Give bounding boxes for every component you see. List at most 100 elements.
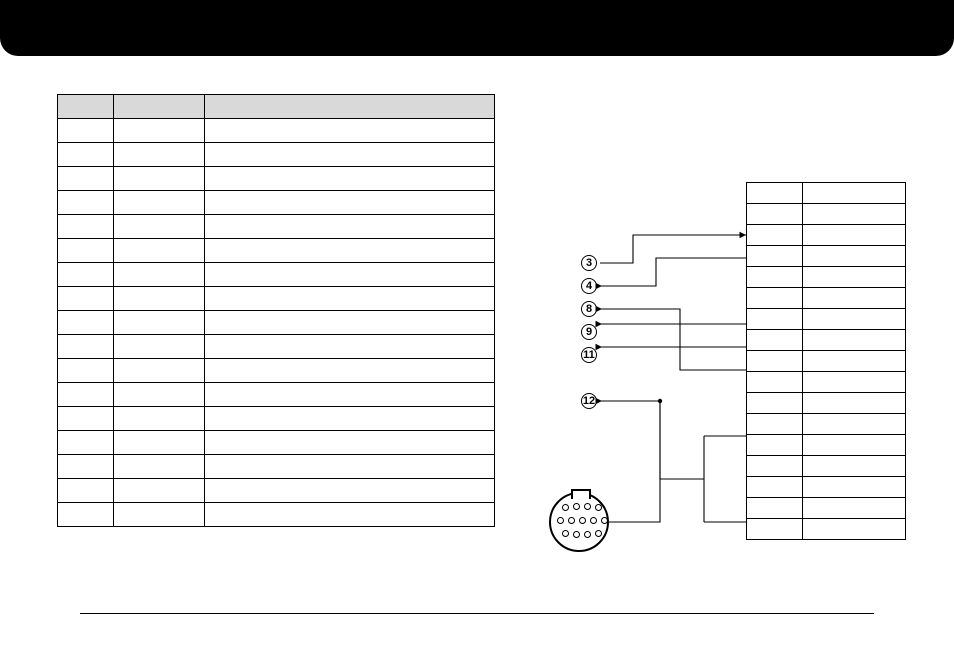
diagram-label-3: 3 xyxy=(581,255,597,271)
table-row xyxy=(58,479,495,503)
signal-table-container xyxy=(746,182,906,540)
table-cell xyxy=(747,267,803,288)
table-row xyxy=(747,477,906,498)
table-cell xyxy=(58,335,114,359)
table-cell xyxy=(58,143,114,167)
table-cell xyxy=(114,359,205,383)
table-cell xyxy=(58,119,114,143)
table-row xyxy=(58,287,495,311)
table-row xyxy=(58,263,495,287)
table-row xyxy=(58,143,495,167)
table-cell xyxy=(803,330,906,351)
table-cell xyxy=(747,351,803,372)
table-cell xyxy=(747,309,803,330)
table-cell xyxy=(205,143,495,167)
table-cell xyxy=(205,119,495,143)
table-cell xyxy=(803,288,906,309)
table-cell xyxy=(114,287,205,311)
table-cell xyxy=(803,351,906,372)
table-row xyxy=(747,456,906,477)
table-cell xyxy=(58,479,114,503)
table-cell xyxy=(803,498,906,519)
connector-pin xyxy=(584,503,591,510)
table-cell xyxy=(803,477,906,498)
table-cell xyxy=(114,119,205,143)
connector-key-notch xyxy=(571,489,591,499)
table-row xyxy=(747,183,906,204)
table-cell xyxy=(205,311,495,335)
signal-table-body xyxy=(747,183,906,540)
signal-table xyxy=(746,182,906,540)
table-row xyxy=(58,167,495,191)
pin-table-header-col2 xyxy=(205,95,495,119)
connector-pin xyxy=(573,531,580,538)
connector-drawing xyxy=(549,492,609,552)
table-row xyxy=(58,119,495,143)
table-cell xyxy=(114,479,205,503)
table-row xyxy=(58,191,495,215)
table-cell xyxy=(58,407,114,431)
page-header-shadow xyxy=(14,60,940,64)
connector-pin xyxy=(562,504,569,511)
table-cell xyxy=(205,407,495,431)
table-cell xyxy=(114,191,205,215)
table-cell xyxy=(58,359,114,383)
connector-pin xyxy=(584,531,591,538)
table-cell xyxy=(747,498,803,519)
table-cell xyxy=(205,263,495,287)
table-cell xyxy=(747,435,803,456)
table-row xyxy=(58,503,495,527)
footer-rule xyxy=(80,613,874,614)
table-cell xyxy=(803,309,906,330)
table-cell xyxy=(205,479,495,503)
table-cell xyxy=(803,519,906,540)
table-cell xyxy=(803,225,906,246)
table-cell xyxy=(205,287,495,311)
connector-pin xyxy=(595,504,602,511)
table-cell xyxy=(114,431,205,455)
pin-table-header-col1 xyxy=(114,95,205,119)
table-row xyxy=(58,215,495,239)
table-cell xyxy=(58,311,114,335)
table-cell xyxy=(58,239,114,263)
table-cell xyxy=(205,167,495,191)
pin-table-container xyxy=(57,94,495,527)
table-cell xyxy=(114,311,205,335)
table-cell xyxy=(114,407,205,431)
connector-pin xyxy=(601,517,608,524)
table-row xyxy=(747,351,906,372)
table-row xyxy=(747,414,906,435)
connector-pin xyxy=(579,517,586,524)
table-cell xyxy=(803,456,906,477)
connector-pin xyxy=(557,517,564,524)
table-cell xyxy=(205,335,495,359)
table-cell xyxy=(747,393,803,414)
table-row xyxy=(747,288,906,309)
table-cell xyxy=(803,435,906,456)
table-cell xyxy=(803,183,906,204)
connector-pin xyxy=(568,517,575,524)
connector-pin xyxy=(590,517,597,524)
table-cell xyxy=(114,215,205,239)
table-row xyxy=(747,246,906,267)
table-cell xyxy=(114,143,205,167)
table-cell xyxy=(803,246,906,267)
diagram-label-12: 12 xyxy=(581,393,597,409)
table-cell xyxy=(58,431,114,455)
table-cell xyxy=(205,359,495,383)
table-row xyxy=(747,225,906,246)
table-cell xyxy=(58,191,114,215)
table-cell xyxy=(205,239,495,263)
table-cell xyxy=(205,455,495,479)
page-header-banner xyxy=(0,0,954,56)
table-cell xyxy=(747,477,803,498)
table-row xyxy=(747,267,906,288)
table-cell xyxy=(58,455,114,479)
pin-table-header-col0 xyxy=(58,95,114,119)
table-cell xyxy=(803,372,906,393)
table-row xyxy=(58,407,495,431)
table-row xyxy=(58,431,495,455)
table-row xyxy=(747,435,906,456)
diagram-label-11: 11 xyxy=(581,347,597,363)
table-row xyxy=(58,239,495,263)
